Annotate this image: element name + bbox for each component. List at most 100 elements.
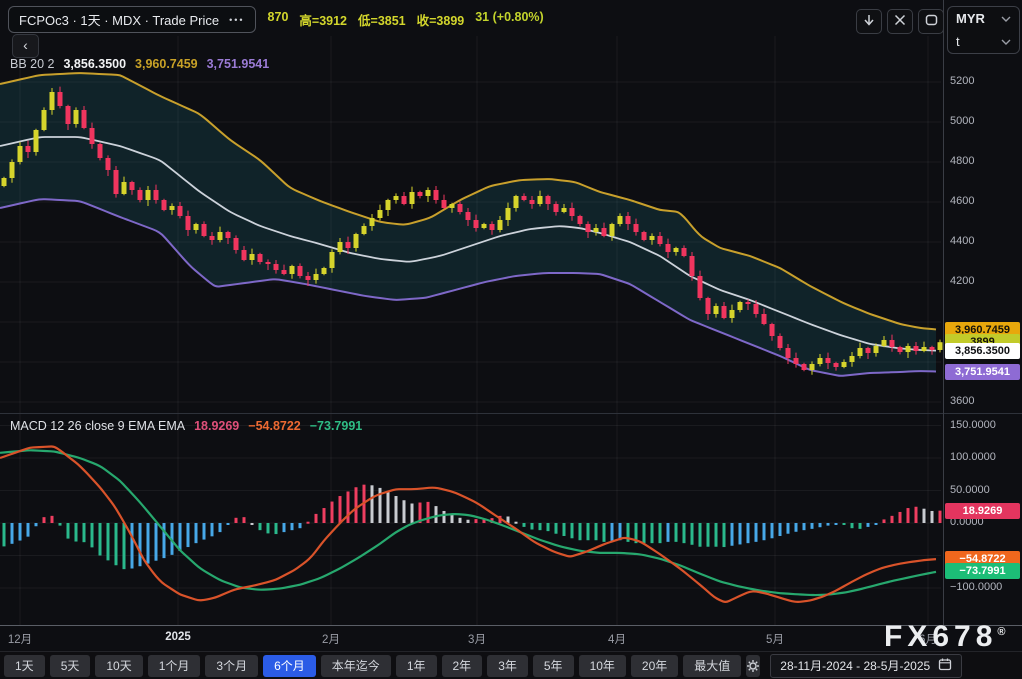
price-chart-canvas[interactable] <box>0 0 1022 626</box>
macd-bar <box>818 523 822 528</box>
range-button-0[interactable]: 1天 <box>4 654 45 677</box>
range-button-12[interactable]: 20年 <box>630 654 679 677</box>
macd-bar <box>306 521 310 524</box>
macd-bar <box>82 523 86 543</box>
macd-bar <box>922 508 926 523</box>
macd-bar <box>858 523 862 529</box>
quote-field-0: 870 <box>267 10 289 24</box>
macd-axis-tick: 150.0000 <box>950 418 996 431</box>
range-button-11[interactable]: 10年 <box>578 654 626 677</box>
chevron-down-icon <box>1001 16 1011 22</box>
macd-bar <box>602 523 606 542</box>
macd-bar <box>594 523 598 541</box>
unit-select[interactable]: t <box>948 30 1019 53</box>
macd-bar <box>354 487 358 523</box>
bb-basis-badge: 3,856.3500 <box>945 342 1020 359</box>
macd-bar <box>586 523 590 541</box>
macd-bar <box>386 491 390 523</box>
macd-bar <box>810 523 814 529</box>
macd-hist-value: 18.9269 <box>194 419 240 433</box>
macd-bar <box>218 523 222 533</box>
candle <box>441 194 447 210</box>
macd-bar <box>410 503 414 523</box>
bb-legend[interactable]: BB 20 2 3,856.3500 3,960.7459 3,751.9541 <box>10 57 269 71</box>
candle <box>1 176 7 188</box>
candle <box>41 107 47 132</box>
bb-legend-name: BB 20 2 <box>10 57 55 71</box>
macd-bar <box>114 523 118 566</box>
range-button-8[interactable]: 2年 <box>441 654 483 677</box>
time-axis[interactable]: 12月 2025 2月 3月 4月 5月 6月 <box>0 626 1022 651</box>
macd-bar <box>50 515 54 523</box>
candle <box>641 230 647 242</box>
macd-bar <box>234 517 238 523</box>
macd-bar <box>906 508 910 523</box>
range-button-7[interactable]: 1年 <box>395 654 437 677</box>
range-button-3[interactable]: 1个月 <box>147 654 201 677</box>
more-options-icon[interactable]: ••• <box>229 15 244 25</box>
range-button-5[interactable]: 6个月 <box>263 654 316 677</box>
collapse-pane-button[interactable] <box>887 9 913 34</box>
candle <box>33 128 39 156</box>
price-axis-tick: 4200 <box>950 275 975 287</box>
maximize-pane-button[interactable] <box>918 9 944 34</box>
macd-legend[interactable]: MACD 12 26 close 9 EMA EMA 18.9269 −54.8… <box>10 419 362 433</box>
back-button[interactable]: ‹ <box>12 34 39 58</box>
range-button-6[interactable]: 本年迄今 <box>320 654 391 677</box>
symbol-title-button[interactable]: FCPOc3 · 1天 · MDX · Trade Price ••• <box>8 6 256 33</box>
macd-bar <box>474 519 478 523</box>
currency-select[interactable]: MYR <box>948 7 1019 30</box>
candle <box>377 204 383 221</box>
macd-bar <box>402 500 406 523</box>
range-button-10[interactable]: 5年 <box>532 654 574 677</box>
macd-bar <box>370 485 374 523</box>
macd-bar <box>138 523 142 567</box>
macd-axis-tick: 50.0000 <box>950 483 990 496</box>
macd-hist-badge: 18.9269 <box>945 502 1020 519</box>
range-settings-button[interactable] <box>746 654 761 677</box>
pane-separator[interactable] <box>0 413 1022 414</box>
macd-bar <box>866 523 870 527</box>
macd-bar <box>914 506 918 523</box>
macd-bar <box>122 523 126 570</box>
macd-bar <box>346 491 350 523</box>
range-button-2[interactable]: 10天 <box>95 654 143 677</box>
macd-bar <box>690 523 694 545</box>
range-button-1[interactable]: 5天 <box>49 654 91 677</box>
range-toolbar: 1天 5天 10天 1个月 3个月 6个月 本年迄今 1年 2年 3年 5年 10年 20年 最大值 28-… <box>0 651 1022 679</box>
date-range-control[interactable]: 28-11月-2024 - 28-5月-2025 <box>770 653 963 678</box>
macd-bar <box>250 523 254 525</box>
candle <box>417 190 423 199</box>
macd-bar <box>722 523 726 548</box>
currency-value: MYR <box>956 11 985 26</box>
candle <box>801 362 807 372</box>
macd-bar <box>850 523 854 529</box>
macd-bar <box>434 506 438 523</box>
macd-bar <box>658 523 662 544</box>
range-button-13[interactable]: 最大值 <box>683 654 742 677</box>
symbol-title: FCPOc3 · 1天 · MDX · Trade Price <box>19 13 220 28</box>
macd-bar <box>578 523 582 541</box>
macd-bar <box>186 523 190 548</box>
range-button-9[interactable]: 3年 <box>487 654 528 677</box>
macd-bar <box>90 523 94 548</box>
macd-bar <box>570 523 574 539</box>
macd-bar <box>562 523 566 536</box>
date-range-text: 28-11月-2024 - 28-5月-2025 <box>780 659 931 673</box>
macd-bar <box>258 523 262 531</box>
time-axis-label: 6月 <box>919 634 937 646</box>
macd-bar <box>466 519 470 523</box>
bb-lower-badge: 3,751.9541 <box>945 363 1020 380</box>
range-button-4[interactable]: 3个月 <box>205 654 259 677</box>
macd-bar <box>10 523 14 544</box>
arrow-down-button[interactable] <box>856 9 882 34</box>
macd-bar <box>298 523 302 529</box>
macd-bar <box>330 501 334 523</box>
macd-bar <box>178 523 182 551</box>
macd-bar <box>66 523 70 539</box>
macd-legend-name: MACD 12 26 close 9 EMA EMA <box>10 419 186 433</box>
macd-bar <box>2 523 6 547</box>
macd-bar <box>514 521 518 524</box>
price-axis-divider[interactable] <box>943 0 944 626</box>
quote-field-4: 31 (+0.80%) <box>475 10 544 24</box>
